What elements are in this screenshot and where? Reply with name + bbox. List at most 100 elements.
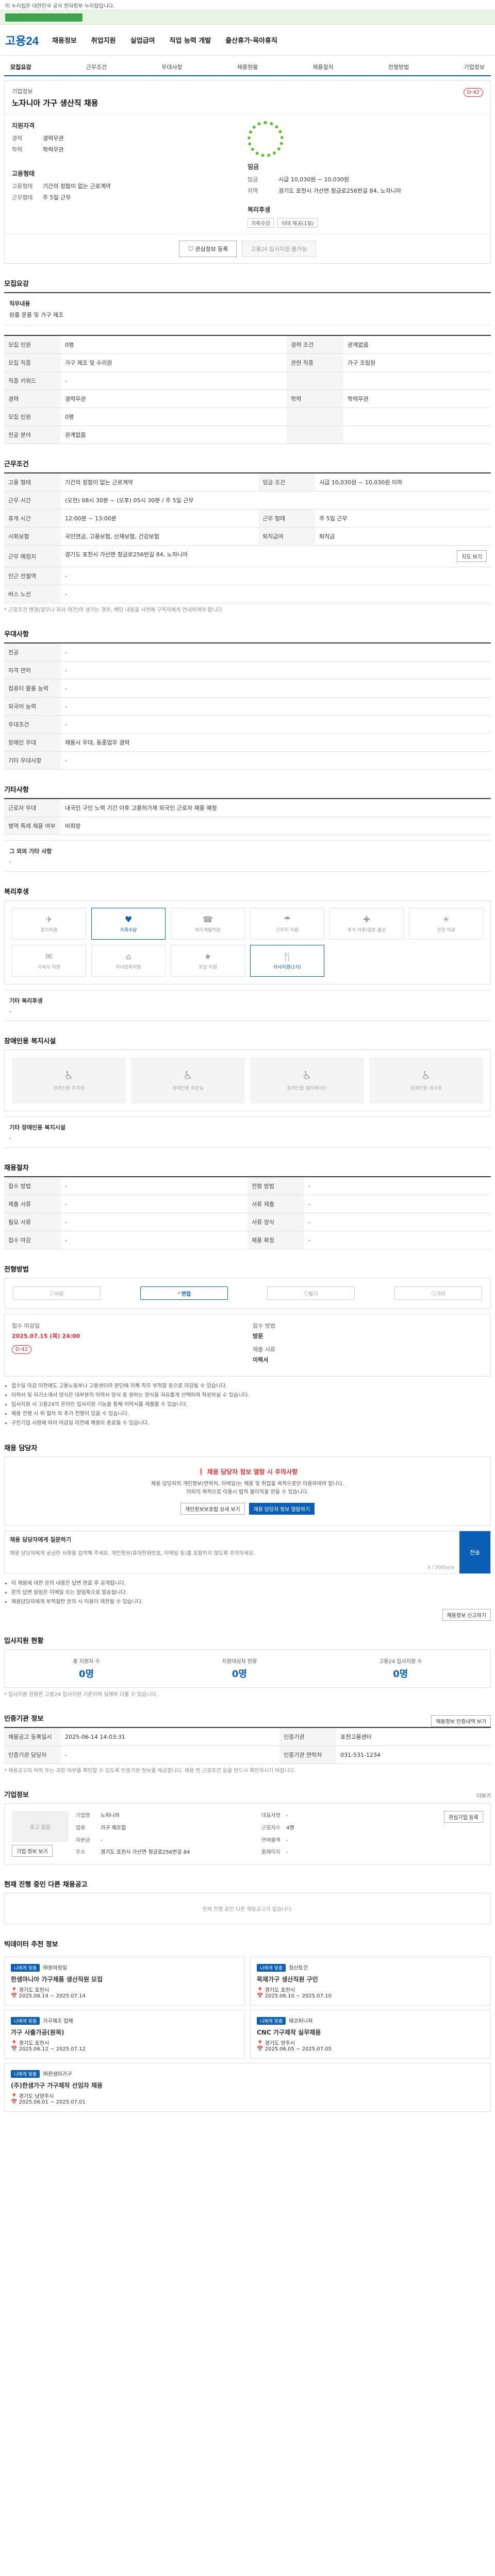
welfare-section-title: 복리후생 [4,888,29,896]
summary-key: 근무형태 [12,194,33,201]
row-value: - [61,661,491,680]
similar-section-title: 현재 진행 중인 다른 채용공고 [4,1881,88,1889]
recommend-card[interactable]: 나에게 맞춤 청산토건 목재가구 생산직원 구인 📍 경기도 포천시 📅 2025.06… [250,1957,491,2006]
welfare-item: ⌂ 자녀양육지원 [91,945,166,977]
company-field: 자본금 - [76,1836,251,1845]
other-extra-text: - [9,858,11,865]
summary-value: 기간의 정함이 없는 근로계약 [43,183,111,190]
table-row: 필요 서류 - 서류 양식 - [4,1213,491,1231]
summary-row: 임금 시급 10,030원 ~ 10,030원 [248,175,483,183]
map-button[interactable]: 지도 보기 [457,550,487,562]
step-label: 기타 [436,1291,446,1297]
nav-item-parental-leave[interactable]: 출산휴가·육아휴직 [225,35,277,45]
company-label: 기업정보 [12,88,33,95]
row-key: 우대조건 [4,715,61,734]
recommend-top: 나에게 맞춤 에코퍼니처 [257,2016,484,2025]
nav-item-unemployment-benefit[interactable]: 실업급여 [130,35,155,45]
auth-note: * 채용공고의 허위 또는 과장 여부를 확인할 수 있도록 인증기관 정보를 … [4,1768,296,1774]
auth-history-button[interactable]: 채용정보 인증내역 보기 [431,1715,491,1727]
status-online: 고용24 입사지원 수 0명 [379,1657,422,1680]
status-count: 0명 [232,1669,247,1680]
table-row: 접수 마감 - 채용 확정 - [4,1231,491,1249]
welfare-item: ♥ 가족수당 [91,908,166,940]
method-steps: ○ 서류 ✓ 면접 ○ 필기 ○ 기타 [4,1278,491,1309]
welfare-label: 건강·의료 [437,928,455,933]
company-info-button[interactable]: 기업 정보 보기 [12,1845,53,1857]
welfare-item: ☀ 건강·의료 [409,908,483,940]
gov-banner-bar [5,13,82,22]
nav-item-jobs[interactable]: 채용정보 [52,35,77,45]
row-value: - [304,1231,491,1249]
recommend-row: 나에게 맞춤 ㈜원하정밀 한샘마니아 가구제품 생산직원 모집 📍 경기도 포천시 📅 … [4,1953,491,2006]
row-key: 자격 면허 [4,661,61,680]
welfare-tag: 식대 제공(1일) [277,218,318,228]
step-label: 면접 [181,1291,191,1297]
apply-disabled-button[interactable]: 고용24 입사지원 불가능 [242,241,316,257]
tab-method[interactable]: 전형방법 [388,63,409,71]
favorite-company-button[interactable]: 관심기업 등록 [444,1811,483,1823]
calendar-icon: 📅 [257,1993,265,1999]
scrap-button[interactable]: ♡ 관심정보 등록 [179,241,237,257]
manager-notes: 이 채용에 대한 문의 내용은 답변 완료 후 공개됩니다.문의 답변 알림은 … [4,1579,491,1607]
welfare-icon: ⌂ [125,952,131,961]
note-item: 이력서 및 자기소개서 양식은 대부분의 이력서 양식 중 원하는 양식을 자유… [11,1391,491,1400]
nav-item-employment-support[interactable]: 취업지원 [91,35,116,45]
recommend-list: 나에게 맞춤 ㈜원하정밀 한샘마니아 가구제품 생산직원 모집 📍 경기도 포천시 📅 … [4,1953,491,2127]
deadline-value: 2025.07.15 (목) 24:00 [12,1333,80,1340]
gov-notice-bar: 이 누리집은 대한민국 공식 전자정부 누리집입니다. [0,0,495,10]
table-row: 전공 - [4,643,491,662]
company-section-title: 기업정보 [4,1791,29,1799]
row-value: - [61,1745,280,1764]
row-key: 장애인 우대 [4,733,61,752]
tab-company[interactable]: 기업정보 [464,63,484,71]
recommend-card[interactable]: 나에게 맞춤 ㈜원하정밀 한샘마니아 가구제품 생산직원 모집 📍 경기도 포천시 📅 … [4,1957,245,2006]
status-label: 총 지원자 수 [73,1659,100,1665]
location-icon: 📍 [11,2041,19,2046]
nav-item-vocational-training[interactable]: 직업 능력 개발 [169,35,211,45]
tab-prefer[interactable]: 우대사항 [161,63,182,71]
company-field: 업종 가구 제조업 [76,1823,251,1833]
alert-icon: ❗ [197,1468,207,1476]
note-item: 문의 답변 알림은 이메일 또는 알림톡으로 발송됩니다. [11,1588,491,1598]
row-key: 고용 형태 [4,473,61,492]
table-row: 직종 키워드 - [4,371,491,390]
row-key: 병역 특례 채용 여부 [4,817,61,835]
recommend-card[interactable]: 나에게 맞춤 ㈜한샘이가구 (주)한샘가구 가구제작 선임자 채용 📍 경기도 남양주… [4,2063,491,2112]
welfare-tag: 가족수당 [248,218,274,228]
inquiry-textarea[interactable] [5,1544,459,1565]
row-key: 관련 직종 [287,353,344,372]
welfare-label: 자녀양육지원 [116,965,141,970]
company-field: 연매출액 - [261,1836,437,1845]
privacy-law-button[interactable]: 개인정보보호법 상세 보기 [180,1503,245,1515]
table-row: 사회보험 국민연금, 고용보험, 산재보험, 건강보험 퇴직급여 퇴직금 [4,527,491,546]
view-manager-button[interactable]: 채용 담당자 정보 열람하기 [249,1503,315,1515]
inquiry-send-button[interactable]: 전송 [459,1531,490,1573]
auth-section-title: 인증기관 정보 [4,1715,44,1723]
tab-recruit[interactable]: 모집요강 [10,63,31,71]
row-value: - [61,1177,248,1195]
process-section-title: 채용절차 [4,1164,29,1172]
report-button[interactable]: 채용정보 신고하기 [442,1609,491,1621]
method-label: 접수 방법 [253,1323,275,1329]
recommend-top: 나에게 맞춤 ㈜한샘이가구 [11,2070,484,2078]
row-value: - [61,585,491,603]
row-key: 사회보험 [4,527,61,546]
site-logo[interactable]: 고용24 [5,32,39,48]
recommend-card[interactable]: 나에게 맞춤 에코퍼니처 CNC 가구제작 실무채용 📍 경기도 양주시 📅 2025.… [250,2010,491,2059]
summary-row: 지역 경기도 포천시 가산면 청금로256번길 84, 노자니아 [248,187,483,195]
company-value: - [286,1850,288,1856]
manager-buttons: 개인정보보호법 상세 보기 채용 담당자 정보 열람하기 [15,1503,480,1515]
summary-value: 학력무관 [43,146,64,153]
tab-work[interactable]: 근무조건 [86,63,107,71]
row-value: - [61,1213,248,1231]
method-dday-badge: D-42 [12,1345,32,1354]
welfare-grid: ✈ 휴가지원 ♥ 가족수당 ☎ 자기계발지원 ☂ 근무지 지원 ✚ 주거 지원/결혼·출산 ☀ 건강·… [4,900,491,985]
summary-value: 주 5일 근무 [43,194,71,201]
location-icon: 📍 [11,1988,19,1993]
note-item: 접수일 마감 이전에도 고용노동부나 고용센터의 판단에 의해 직무 부적합 등… [11,1382,491,1391]
tab-process[interactable]: 채용절차 [312,63,333,71]
recommend-meta: 📍 경기도 포천시 [11,2039,238,2046]
tab-status[interactable]: 채용현황 [237,63,258,71]
recommend-card[interactable]: 나에게 맞춤 가구제조 업체 가구 사출가공(원목) 📍 경기도 포천시 📅 2025.… [4,2010,245,2059]
company-more-link[interactable]: 더보기 [476,1791,491,1799]
